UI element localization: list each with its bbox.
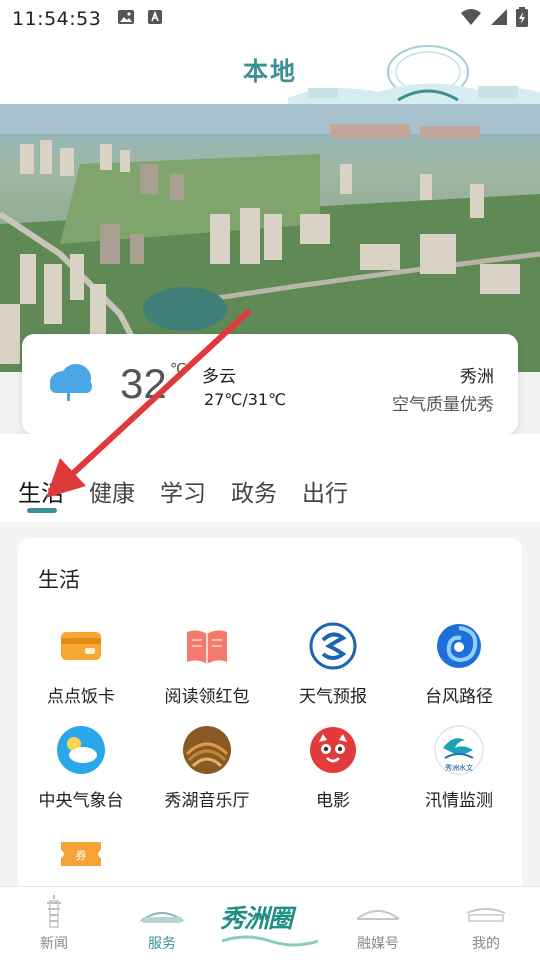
weather-card[interactable]: 32 ℃ 多云 27℃/31℃ 秀洲 空气质量优秀 xyxy=(22,334,518,434)
weather-location: 秀洲 xyxy=(460,367,494,387)
service-label: 天气预报 xyxy=(299,687,367,707)
service-label: 点点饭卡 xyxy=(47,687,115,707)
category-tabs: 生活 健康 学习 政务 出行 xyxy=(0,434,540,522)
book-icon xyxy=(187,630,227,664)
service-meal-card[interactable]: 点点饭卡 xyxy=(18,620,144,707)
nav-home-brand[interactable]: 秀洲圈 xyxy=(216,887,324,960)
skyline-illustration xyxy=(288,45,540,106)
header: 本地 xyxy=(0,38,540,106)
panel-title: 生活 xyxy=(38,568,80,592)
nav-media[interactable]: 融媒号 xyxy=(324,887,432,960)
service-central-meteorological[interactable]: 中央气象台 xyxy=(18,724,144,811)
nav-label: 服务 xyxy=(148,936,176,952)
service-xiuhu-concert-hall[interactable]: 秀湖音乐厅 xyxy=(144,724,270,811)
service-label: 电影 xyxy=(316,791,350,811)
meal-card-icon xyxy=(61,632,101,660)
service-reading-red-packet[interactable]: 阅读领红包 xyxy=(144,620,270,707)
coupon-text: 券 xyxy=(76,848,87,862)
concert-hall-icon xyxy=(183,726,231,774)
building-icon xyxy=(140,912,184,923)
status-time: 11:54:53 xyxy=(12,8,102,30)
weather-condition: 多云 xyxy=(202,367,236,387)
service-weather-forecast[interactable]: 天气预报 xyxy=(270,620,396,707)
image-notification-icon xyxy=(117,9,135,29)
battery-icon xyxy=(516,7,528,31)
air-quality: 空气质量优秀 xyxy=(392,395,494,415)
nav-services[interactable]: 服务 xyxy=(108,887,216,960)
tab-travel[interactable]: 出行 xyxy=(302,474,348,508)
nav-label: 融媒号 xyxy=(357,936,399,952)
tab-government[interactable]: 政务 xyxy=(231,474,277,508)
weather-forecast-icon xyxy=(309,622,357,670)
service-label: 中央气象台 xyxy=(38,791,124,811)
active-tab-indicator xyxy=(27,508,57,513)
status-bar: 11:54:53 xyxy=(0,0,540,38)
bridge-icon xyxy=(356,910,400,920)
brand-wave-icon xyxy=(222,935,318,947)
service-movie[interactable]: 电影 xyxy=(270,724,396,811)
nav-mine[interactable]: 我的 xyxy=(432,887,540,960)
service-label: 台风路径 xyxy=(425,687,493,707)
tab-life[interactable]: 生活 xyxy=(18,474,64,508)
flood-logo-text: 秀洲水文 xyxy=(445,763,473,772)
tab-health[interactable]: 健康 xyxy=(89,474,135,508)
service-label: 汛情监测 xyxy=(425,791,493,811)
bottom-navigation: 新闻 服务 秀洲圈 融媒号 我的 xyxy=(0,886,540,960)
wifi-icon xyxy=(460,8,482,30)
service-label: 阅读领红包 xyxy=(164,687,250,707)
current-temperature: 32 xyxy=(120,360,167,407)
flood-monitor-icon: 秀洲水文 xyxy=(434,725,484,775)
brand-logo: 秀洲圈 xyxy=(220,904,293,933)
service-flood-monitoring[interactable]: 秀洲水文 汛情监测 xyxy=(396,724,522,811)
nav-label: 新闻 xyxy=(40,936,68,952)
temperature-range: 27℃/31℃ xyxy=(204,390,287,409)
pagoda-icon xyxy=(47,895,61,928)
movie-cat-icon xyxy=(310,727,356,773)
service-coupon[interactable]: 券 xyxy=(18,828,144,880)
app-notification-icon xyxy=(147,9,163,29)
service-typhoon-path[interactable]: 台风路径 xyxy=(396,620,522,707)
nav-label: 我的 xyxy=(472,936,500,952)
life-services-panel: 生活 点点饭卡 阅读领红包 天气预报 台风路径 中央气象台 秀湖音乐厅 电影 秀… xyxy=(18,538,522,898)
temperature-unit: ℃ xyxy=(170,360,187,378)
weather-station-icon xyxy=(57,726,105,774)
signal-icon xyxy=(490,8,508,30)
tab-study[interactable]: 学习 xyxy=(160,474,206,508)
nav-news[interactable]: 新闻 xyxy=(0,887,108,960)
city-aerial-photo xyxy=(0,104,540,372)
typhoon-icon xyxy=(437,624,481,668)
service-label: 秀湖音乐厅 xyxy=(164,791,250,811)
hall-icon xyxy=(466,908,506,922)
coupon-icon: 券 xyxy=(61,842,101,866)
cloudy-weather-icon xyxy=(50,364,92,401)
